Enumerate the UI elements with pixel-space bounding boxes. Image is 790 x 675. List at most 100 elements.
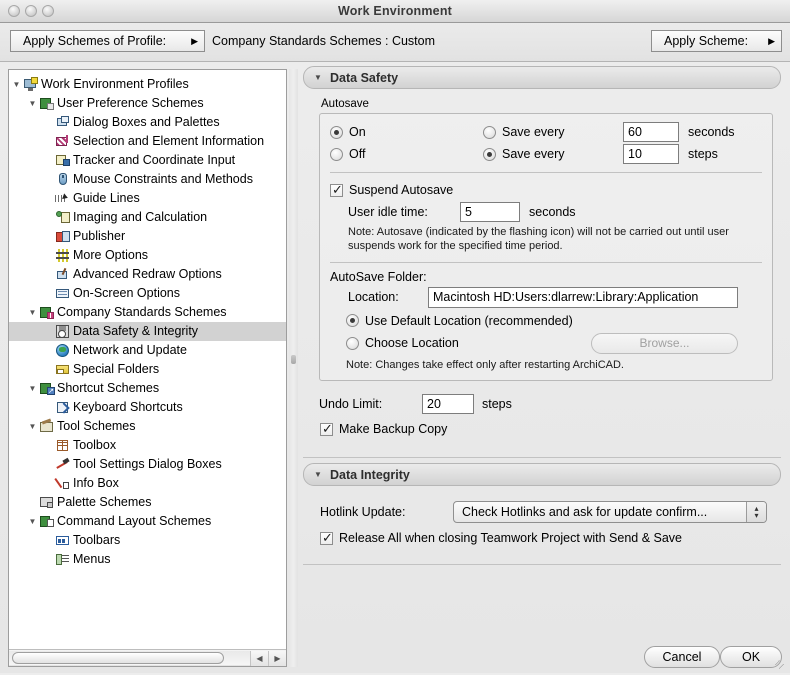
suspend-autosave-checkbox[interactable] — [330, 182, 344, 198]
data-integrity-body: Hotlink Update: Check Hotlinks and ask f… — [303, 499, 781, 548]
suspend-autosave-label: Suspend Autosave — [349, 183, 454, 197]
disclosure-triangle-icon[interactable]: ▼ — [11, 75, 22, 94]
tree-item-toolbars[interactable]: Toolbars — [9, 531, 286, 550]
disclosure-triangle-icon[interactable]: ▼ — [27, 379, 38, 398]
work-environment-window: Work Environment Apply Schemes of Profil… — [0, 0, 790, 675]
scheme-green-icon — [39, 96, 55, 111]
hotlink-update-label: Hotlink Update: — [320, 505, 406, 519]
tree-item-publisher[interactable]: Publisher — [9, 227, 286, 246]
location-input[interactable]: Macintosh HD:Users:dlarrew:Library:Appli… — [428, 286, 738, 308]
tree-item-mouse-constraints-and-methods[interactable]: Mouse Constraints and Methods — [9, 170, 286, 189]
disclosure-triangle-icon[interactable]: ▼ — [27, 417, 38, 436]
panel-splitter[interactable] — [289, 69, 298, 667]
disclosure-triangle-icon[interactable]: ▼ — [314, 470, 324, 479]
data-integrity-title: Data Integrity — [330, 467, 410, 482]
autosave-on-row: On Save every 60 seconds — [320, 121, 772, 143]
clock-face-icon — [58, 330, 66, 338]
tree-item-network-and-update[interactable]: Network and Update — [9, 341, 286, 360]
tree-item-label: Tracker and Coordinate Input — [73, 153, 236, 167]
tree-item-tool-schemes[interactable]: ▼ Tool Schemes — [9, 417, 286, 436]
disclosure-triangle-icon[interactable]: ▼ — [314, 73, 324, 82]
minimize-icon[interactable] — [25, 5, 37, 17]
disclosure-triangle-icon[interactable]: ▼ — [27, 303, 38, 322]
disclosure-triangle-icon[interactable]: ▼ — [27, 512, 38, 531]
tree-item-tool-settings-dialog-boxes[interactable]: Tool Settings Dialog Boxes — [9, 455, 286, 474]
tree-item-more-options[interactable]: More Options — [9, 246, 286, 265]
tree-item-label: Dialog Boxes and Palettes — [73, 115, 220, 129]
folder-note: Note: Changes take effect only after res… — [346, 359, 624, 371]
tree-item-label: Data Safety & Integrity — [73, 324, 199, 338]
resize-grip-icon[interactable] — [775, 660, 789, 674]
mouse-icon — [55, 172, 71, 187]
tree-item-dialog-boxes-and-palettes[interactable]: Dialog Boxes and Palettes — [9, 113, 286, 132]
tree-item-tracker-and-coordinate-input[interactable]: Tracker and Coordinate Input — [9, 151, 286, 170]
make-backup-checkbox[interactable] — [320, 421, 334, 437]
tree-item-company-standards-schemes[interactable]: ▼ Company Standards Schemes — [9, 303, 286, 322]
autosave-off-radio[interactable] — [330, 147, 343, 161]
browse-button[interactable]: Browse... — [591, 332, 738, 354]
user-idle-input[interactable]: 5 — [460, 202, 520, 222]
tree-item-selection-and-element-information[interactable]: Selection and Element Information — [9, 132, 286, 151]
tree-item-label: Toolbox — [73, 438, 117, 452]
selection-icon — [55, 134, 71, 149]
choose-location-radio[interactable] — [346, 336, 359, 350]
close-icon[interactable] — [8, 5, 20, 17]
tree-item-user-preference-schemes[interactable]: ▼ User Preference Schemes — [9, 94, 286, 113]
ok-button[interactable]: OK — [720, 646, 782, 668]
imaging-icon — [55, 210, 71, 225]
save-every-seconds-radio[interactable] — [483, 125, 496, 139]
dialog-footer: Cancel OK — [0, 615, 790, 675]
tree-item-work-environment-profiles[interactable]: ▼ Work Environment Profiles — [9, 75, 286, 94]
tree-item-on-screen-options[interactable]: On-Screen Options — [9, 284, 286, 303]
save-every-steps-radio[interactable] — [483, 147, 496, 161]
tree-item-palette-schemes[interactable]: Palette Schemes — [9, 493, 286, 512]
autosave-seconds-input[interactable]: 60 — [623, 122, 679, 142]
tree-scroll-area[interactable]: ▼ Work Environment Profiles ▼ User Preferen… — [9, 70, 286, 650]
divider — [330, 172, 762, 173]
tree-item-shortcut-schemes[interactable]: ▼ ↗ Shortcut Schemes — [9, 379, 286, 398]
tree-item-info-box[interactable]: Info Box — [9, 474, 286, 493]
autosave-on-radio[interactable] — [330, 125, 343, 139]
use-default-location-row: Use Default Location (recommended) — [320, 310, 772, 331]
tree-item-command-layout-schemes[interactable]: ▼ Command Layout Schemes — [9, 512, 286, 531]
release-all-checkbox[interactable] — [320, 530, 334, 546]
data-safety-title: Data Safety — [330, 70, 399, 85]
disclosure-triangle-icon[interactable]: ▼ — [27, 94, 38, 113]
apply-scheme-label: Apply Scheme: — [664, 34, 749, 48]
tree-item-advanced-redraw-options[interactable]: Advanced Redraw Options — [9, 265, 286, 284]
schemes-tree-panel: ▼ Work Environment Profiles ▼ User Preferen… — [8, 69, 287, 667]
seconds-unit-label: seconds — [688, 125, 735, 139]
autosave-off-row: Off Save every 10 steps — [320, 143, 772, 165]
apply-scheme-button[interactable]: Apply Scheme: ▶ — [651, 30, 782, 52]
user-idle-row: User idle time: 5 seconds — [320, 200, 772, 224]
stepper-icon[interactable]: ▴ ▾ — [746, 502, 766, 522]
grid-line — [62, 440, 63, 451]
info-box-icon — [55, 476, 71, 491]
zoom-icon[interactable] — [42, 5, 54, 17]
autosave-groupbox: On Save every 60 seconds Off Save every … — [319, 113, 773, 381]
undo-limit-input[interactable]: 20 — [422, 394, 474, 414]
data-safety-section-header[interactable]: ▼ Data Safety — [303, 66, 781, 89]
tree-item-keyboard-shortcuts[interactable]: Keyboard Shortcuts — [9, 398, 286, 417]
autosave-on-label: On — [349, 125, 366, 139]
apply-schemes-of-profile-button[interactable]: Apply Schemes of Profile: ▶ — [10, 30, 205, 52]
hotlink-update-dropdown[interactable]: Check Hotlinks and ask for update confir… — [453, 501, 767, 523]
tree-item-guide-lines[interactable]: Guide Lines — [9, 189, 286, 208]
tree-item-menus[interactable]: Menus — [9, 550, 286, 569]
tree-item-label: Palette Schemes — [57, 495, 152, 509]
autosave-steps-input[interactable]: 10 — [623, 144, 679, 164]
tree-item-data-safety-integrity[interactable]: Data Safety & Integrity — [9, 322, 286, 341]
choose-location-label: Choose Location — [365, 336, 459, 350]
cancel-button[interactable]: Cancel — [644, 646, 720, 668]
tracker-icon — [55, 153, 71, 168]
tree-item-toolbox[interactable]: Toolbox — [9, 436, 286, 455]
tree-item-label: Advanced Redraw Options — [73, 267, 222, 281]
tree-item-imaging-and-calculation[interactable]: Imaging and Calculation — [9, 208, 286, 227]
user-idle-label: User idle time: — [348, 205, 428, 219]
data-integrity-section-header[interactable]: ▼ Data Integrity — [303, 463, 781, 486]
use-default-location-radio[interactable] — [346, 314, 359, 327]
tree-item-label: Guide Lines — [73, 191, 140, 205]
tree-item-special-folders[interactable]: Special Folders — [9, 360, 286, 379]
tree-item-label: Toolbars — [73, 533, 121, 547]
splitter-grip[interactable] — [291, 355, 296, 364]
